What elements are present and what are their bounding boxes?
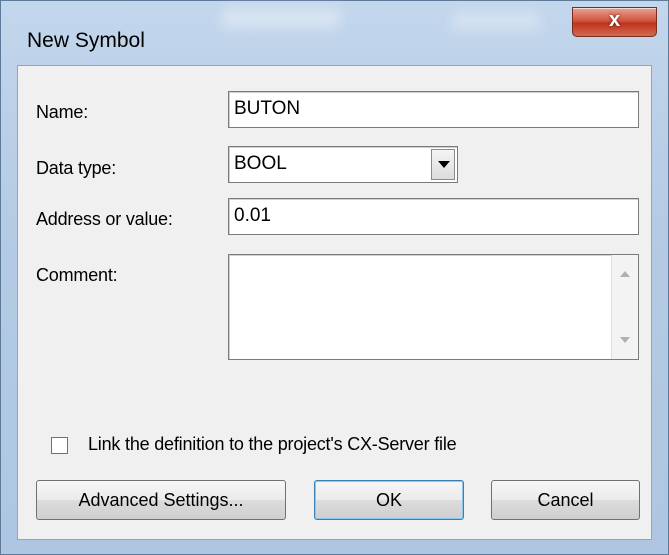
datatype-value: BOOL bbox=[234, 153, 287, 174]
advanced-settings-button[interactable]: Advanced Settings... bbox=[36, 480, 286, 520]
datatype-select[interactable]: BOOL bbox=[228, 146, 458, 183]
scroll-down-icon[interactable] bbox=[620, 337, 630, 343]
ok-button[interactable]: OK bbox=[314, 480, 464, 520]
scroll-up-icon[interactable] bbox=[620, 271, 630, 277]
link-checkbox[interactable] bbox=[51, 437, 68, 454]
background-blur bbox=[451, 11, 541, 31]
close-button[interactable]: x bbox=[572, 7, 657, 37]
dropdown-arrow-icon[interactable] bbox=[431, 149, 455, 180]
background-blur bbox=[221, 7, 341, 29]
comment-label: Comment: bbox=[36, 265, 118, 285]
address-input[interactable]: 0.01 bbox=[228, 198, 639, 235]
comment-textarea[interactable] bbox=[228, 254, 639, 360]
name-label: Name: bbox=[36, 102, 89, 122]
dialog-window: New Symbol x Name: BUTON Data type: BOOL… bbox=[0, 0, 669, 555]
dialog-body: Name: BUTON Data type: BOOL Address or v… bbox=[17, 65, 652, 540]
cancel-button[interactable]: Cancel bbox=[491, 480, 640, 520]
address-label: Address or value: bbox=[36, 209, 173, 229]
comment-scrollbar[interactable] bbox=[611, 255, 638, 359]
name-input[interactable]: BUTON bbox=[228, 91, 639, 128]
link-checkbox-label: Link the definition to the project's CX-… bbox=[88, 434, 457, 454]
datatype-label: Data type: bbox=[36, 158, 117, 178]
dialog-title: New Symbol bbox=[27, 29, 145, 52]
close-icon: x bbox=[608, 9, 621, 31]
